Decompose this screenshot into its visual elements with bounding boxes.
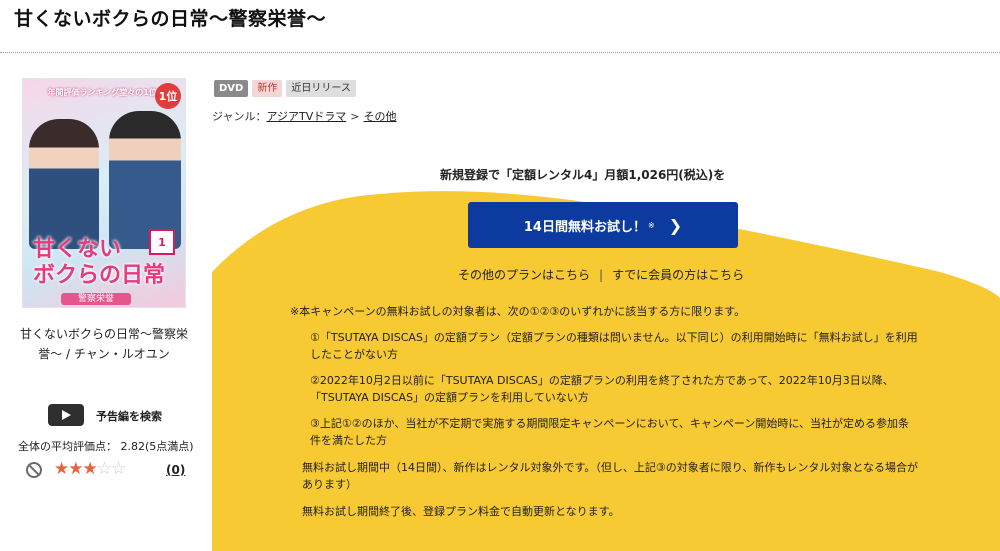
cover-subtitle: 警察栄誉 (61, 293, 131, 305)
campaign-lead-text: 新規登録で「定額レンタル4」月額1,026円(税込)を (440, 168, 726, 182)
trailer-play-icon[interactable] (48, 404, 84, 426)
trailer-search-link[interactable]: 予告編を検索 (96, 408, 162, 424)
other-plans-link[interactable]: その他のプランはこちら (458, 268, 590, 282)
free-trial-button[interactable]: 14日間無料お試し！ ※ ❯ (468, 202, 738, 248)
star-empty-icon[interactable]: ☆ (111, 459, 126, 479)
genre-breadcrumb: ジャンル：アジアTVドラマ > その他 (212, 108, 396, 124)
product-name: 甘くないボクらの日常〜警察栄誉〜 / チャン・ルオユン (19, 327, 188, 361)
plan-links: その他のプランはこちら | すでに会員の方はこちら (458, 266, 744, 283)
star-rating[interactable]: ★★★☆☆ (54, 459, 126, 479)
page-title: 甘くないボクらの日常〜警察栄誉〜 (14, 8, 327, 30)
terms-item-1: ①「TSUTAYA DISCAS」の定額プラン（定額プランの種類は問いません。以… (310, 331, 918, 361)
genre-label: ジャンル： (212, 110, 267, 123)
star-filled-icon[interactable]: ★ (68, 459, 83, 479)
not-interested-icon[interactable] (26, 462, 42, 478)
auto-renewal-note: 無料お試し期間終了後、登録プラン料金で自動更新となります。 (302, 505, 620, 518)
genre-separator: > (350, 110, 360, 123)
terms-item-3: ③上記①②のほか、当社が不定期で実施する期間限定キャンペーンにおいて、キャンペー… (310, 417, 910, 447)
cover-actress (29, 119, 99, 249)
trial-period-note: 無料お試し期間中（14日間）、新作はレンタル対象外です。（但し、上記③の対象者に… (302, 461, 918, 491)
cover-rank-badge: 1位 (155, 83, 181, 109)
tag-dvd: DVD (214, 80, 249, 97)
free-trial-note-mark: ※ (647, 220, 655, 230)
terms-intro: ※本キャンペーンの無料お試しの対象者は、次の①②③のいずれかに該当する方に限りま… (290, 305, 746, 318)
chevron-right-icon: ❯ (668, 215, 683, 235)
product-tags: DVD 新作 近日リリース (214, 80, 356, 97)
average-rating-text: 全体の平均評価点： 2.82(5点満点) (18, 440, 194, 453)
star-empty-icon[interactable]: ☆ (97, 459, 112, 479)
tag-new: 新作 (252, 80, 283, 97)
free-trial-button-label: 14日間無料お試し！ (523, 219, 646, 235)
tag-coming-soon: 近日リリース (286, 80, 356, 97)
star-filled-icon[interactable]: ★ (83, 459, 98, 479)
review-count-link[interactable]: (0) (166, 463, 185, 477)
genre-link-other[interactable]: その他 (363, 110, 396, 123)
genre-link-asian-tv-drama[interactable]: アジアTVドラマ (266, 110, 346, 123)
star-filled-icon[interactable]: ★ (54, 459, 69, 479)
cover-logo-text: 甘くない ボクらの日常 (33, 237, 166, 288)
review-count[interactable]: (0) (166, 463, 185, 477)
member-login-link[interactable]: すでに会員の方はこちら (612, 268, 744, 282)
link-divider: | (599, 268, 604, 282)
terms-item-2: ②2022年10月2日以前に「TSUTAYA DISCAS」の定額プランの利用を… (310, 374, 894, 404)
product-cover-image[interactable]: 年間評価ランキング堂々の1位! 1位 1 甘くない ボクらの日常 警察栄誉 (22, 78, 186, 308)
campaign-terms: ※本キャンペーンの無料お試しの対象者は、次の①②③のいずれかに該当する方に限りま… (290, 303, 940, 520)
title-divider (0, 52, 1000, 53)
